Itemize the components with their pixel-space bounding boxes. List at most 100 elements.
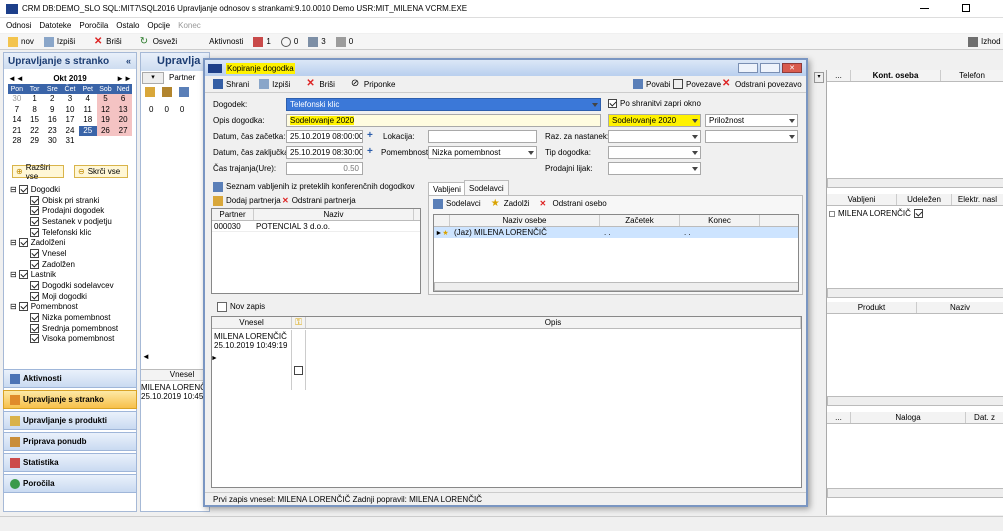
calendar-day[interactable]: 11	[79, 105, 97, 116]
menu-ostalo[interactable]: Ostalo	[116, 21, 139, 30]
tree-item[interactable]: Vnesel	[10, 248, 118, 259]
right-mid-row[interactable]: MILENA LORENČIČ	[829, 209, 926, 218]
assign-button[interactable]: ★ Zadolži	[491, 197, 530, 211]
start-datetime-input[interactable]: 25.10.2019 08:00:00	[286, 130, 363, 143]
tree-item[interactable]: Dogodki sodelavcev	[10, 280, 118, 291]
nav-priprava-ponudb[interactable]: Priprava ponudb	[3, 432, 137, 451]
calendar-day[interactable]: 9	[43, 105, 61, 116]
tree-item[interactable]: ⊟ Dogodki	[10, 184, 118, 195]
calendar-day[interactable]: 10	[61, 105, 79, 116]
save-button[interactable]: Shrani	[213, 77, 249, 91]
print-button[interactable]: Izpiši	[43, 35, 75, 49]
tree-checkbox[interactable]	[30, 291, 39, 301]
note-row[interactable]: MILENA LORENČIČ 25.10.2019 10:49:19	[212, 330, 801, 390]
nav-statistika[interactable]: Statistika	[3, 453, 137, 472]
calendar-day[interactable]: 7	[8, 105, 26, 116]
note-private-checkbox[interactable]	[294, 366, 303, 375]
invited-list-link[interactable]: Seznam vabljenih iz preteklih konferenčn…	[213, 182, 415, 192]
end-datetime-input[interactable]: 25.10.2019 08:30:00	[286, 146, 363, 159]
tree-collapse-icon[interactable]: ⊟	[10, 270, 17, 279]
activity-count-3[interactable]: 3	[308, 35, 326, 49]
calendar-day[interactable]: 29	[26, 136, 44, 147]
middle-note-row[interactable]: MILENA LORENČI 25.10.2019 10:45:3	[141, 383, 209, 401]
calendar-day[interactable]: 2	[43, 94, 61, 105]
calendar-day[interactable]: 3	[61, 94, 79, 105]
new-button[interactable]: nov	[8, 35, 34, 49]
menu-opcije[interactable]: Opcije	[147, 21, 170, 30]
tree-checkbox[interactable]	[18, 270, 28, 280]
reason-select-2[interactable]	[705, 130, 798, 143]
end-plus-icon[interactable]: +	[367, 146, 373, 157]
calendar-day[interactable]: 15	[26, 115, 44, 126]
calendar-day[interactable]: 27	[114, 125, 132, 136]
calendar-day[interactable]: 6	[114, 94, 132, 105]
activity-count-1[interactable]: 1	[253, 35, 271, 49]
tree-checkbox[interactable]	[30, 334, 39, 344]
activity-count-4[interactable]: 0	[335, 35, 353, 49]
tree-checkbox[interactable]	[30, 195, 39, 205]
type-select[interactable]	[608, 146, 701, 159]
attended-checkbox[interactable]	[913, 209, 923, 218]
tree-checkbox[interactable]	[30, 248, 39, 258]
tree-item[interactable]: Sestanek v podjetju	[10, 216, 118, 227]
tree-item[interactable]: ⊟ Lastnik	[10, 270, 118, 281]
nav-upravljanje-s-produkti[interactable]: Upravljanje s produkti	[3, 411, 137, 430]
links-button[interactable]: Povezave	[673, 77, 721, 91]
dialog-print-button[interactable]: Izpiši	[259, 77, 290, 91]
calendar-day[interactable]: 25	[78, 125, 97, 136]
reason-select[interactable]	[608, 130, 701, 143]
middle-scroll-left-icon[interactable]: ◄	[142, 352, 150, 361]
dialog-close-icon[interactable]: ✕	[782, 63, 802, 73]
duration-input[interactable]: 0.50	[286, 162, 363, 175]
calendar-day[interactable]: 4	[79, 94, 97, 105]
folder-icon[interactable]	[145, 87, 155, 97]
menu-odnosi[interactable]: Odnosi	[6, 21, 31, 30]
next-year-icon[interactable]: ►►	[116, 74, 132, 83]
importance-select[interactable]: Nizka pomembnost	[428, 146, 537, 159]
calendar-day[interactable]: 24	[61, 126, 79, 137]
tree-checkbox[interactable]	[30, 206, 39, 216]
project-select[interactable]: Sodelovanje 2020	[608, 114, 701, 127]
calendar-day[interactable]: 26	[96, 125, 115, 136]
right-dropdown-button[interactable]: ▾	[814, 72, 824, 83]
calendar-day[interactable]: 30	[43, 136, 61, 147]
nav-aktivnosti[interactable]: Aktivnosti	[3, 369, 137, 388]
coworkers-button[interactable]: Sodelavci	[433, 197, 481, 211]
tree-item[interactable]: Telefonski klic	[10, 227, 118, 238]
refresh-button[interactable]: ↻ Osveži	[140, 35, 177, 49]
tab-sodelavci[interactable]: Sodelavci	[464, 180, 509, 195]
tree-checkbox[interactable]	[30, 281, 39, 291]
clipboard-icon[interactable]	[179, 87, 189, 97]
add-partner-button[interactable]: Dodaj partnerja	[213, 196, 281, 206]
remove-link-button[interactable]: ✕ Odstrani povezavo	[722, 77, 802, 91]
tree-item[interactable]: Srednja pomembnost	[10, 323, 118, 334]
calendar-day[interactable]: 17	[61, 115, 79, 126]
calendar-day[interactable]: 5	[96, 94, 115, 105]
coworkers-scrollbar[interactable]	[434, 282, 798, 291]
tree-checkbox[interactable]	[18, 238, 28, 248]
attachments-button[interactable]: ⊘ Priponke	[351, 77, 396, 91]
location-input[interactable]	[428, 130, 537, 143]
start-plus-icon[interactable]: +	[367, 130, 373, 141]
right-mid-scrollbar[interactable]	[827, 288, 1003, 298]
tree-item[interactable]: Visoka pomembnost	[10, 334, 118, 345]
nav-porocila[interactable]: Poročila	[3, 474, 137, 493]
dialog-maximize-icon[interactable]	[760, 63, 780, 73]
dialog-minimize-icon[interactable]	[738, 63, 758, 73]
tree-collapse-icon[interactable]: ⊟	[10, 238, 17, 247]
partner-tab[interactable]: Partner	[169, 73, 195, 82]
menu-datoteke[interactable]: Datoteke	[39, 21, 71, 30]
minimize-icon[interactable]	[920, 8, 929, 9]
tree-collapse-icon[interactable]: ⊟	[10, 302, 17, 311]
right-prod-scrollbar[interactable]	[827, 396, 1003, 406]
calendar-day[interactable]: 13	[114, 104, 132, 115]
right-bottom-scrollbar[interactable]	[827, 488, 1003, 498]
prev-year-icon[interactable]: ◄◄	[8, 74, 24, 83]
right-top-scrollbar[interactable]	[827, 178, 1003, 188]
maximize-icon[interactable]	[962, 4, 970, 12]
tree-item[interactable]: Obisk pri stranki	[10, 195, 118, 206]
event-select[interactable]: Telefonski klic	[286, 98, 601, 111]
tree-checkbox[interactable]	[30, 259, 39, 269]
opportunity-select[interactable]: Priložnost	[705, 114, 798, 127]
tree-checkbox[interactable]	[30, 323, 39, 333]
